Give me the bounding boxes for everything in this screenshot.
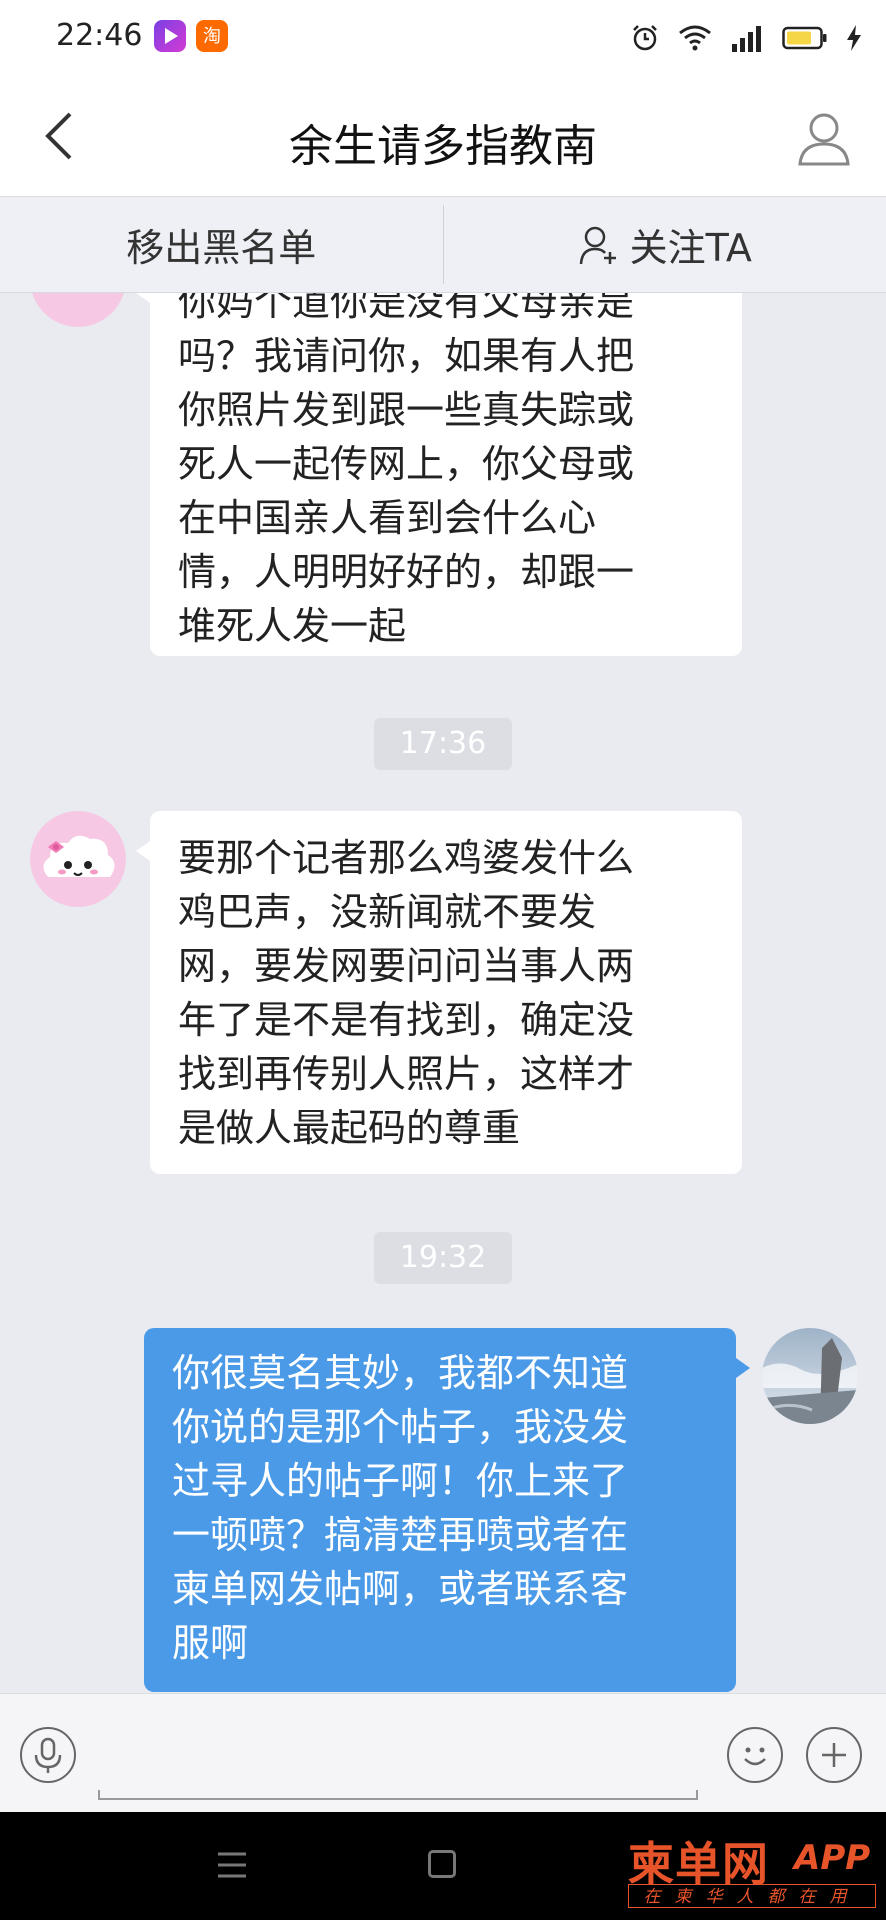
menu-icon bbox=[218, 1852, 246, 1878]
user-icon bbox=[798, 113, 850, 166]
wifi-icon bbox=[679, 25, 711, 51]
watermark-logo: 柬单网 APP 在柬华人都在用 bbox=[628, 1828, 878, 1910]
remove-blacklist-label: 移出黑名单 bbox=[126, 226, 317, 270]
message-line: 你妈个道你是没有父母亲是 bbox=[178, 293, 635, 324]
timestamp: 19:32 bbox=[374, 1232, 512, 1284]
battery-icon bbox=[782, 26, 827, 50]
message-bubble-outgoing[interactable]: 你很莫名其妙，我都不知道 你说的是那个帖子，我没发 过寻人的帖子啊！你上来了 一… bbox=[144, 1328, 750, 1692]
message-line: 鸡巴声，没新闻就不要发 bbox=[178, 890, 597, 934]
avatar[interactable] bbox=[30, 811, 126, 907]
user-add-icon bbox=[579, 226, 616, 264]
more-button[interactable] bbox=[806, 1727, 862, 1783]
message-line: 你说的是那个帖子，我没发 bbox=[172, 1405, 629, 1449]
message-bubble-incoming[interactable]: 你妈个道你是没有父母亲是 吗？我请问你，如果有人把 你照片发到跟一些真失踪或 死… bbox=[136, 293, 742, 656]
message-line: 吗？我请问你，如果有人把 bbox=[178, 334, 635, 378]
home-square-icon[interactable] bbox=[428, 1850, 456, 1878]
emoji-icon bbox=[744, 1747, 766, 1766]
alarm-icon bbox=[633, 25, 657, 51]
voice-button[interactable] bbox=[20, 1727, 76, 1783]
remove-blacklist-button[interactable]: 移出黑名单 bbox=[0, 197, 443, 292]
message-line: 找到再传别人照片，这样才 bbox=[178, 1052, 635, 1096]
status-icons bbox=[630, 18, 862, 58]
microphone-icon bbox=[34, 1737, 62, 1773]
message-line: 柬单网发帖啊，或者联系客 bbox=[172, 1567, 629, 1611]
taobao-app-icon: 淘 bbox=[196, 20, 228, 52]
watermark-app: APP bbox=[794, 1838, 871, 1878]
message-line: 服啊 bbox=[172, 1621, 249, 1665]
message-line: 死人一起传网上，你父母或 bbox=[178, 442, 635, 486]
page-title: 余生请多指教南 bbox=[289, 121, 597, 172]
message-line: 在中国亲人看到会什么心 bbox=[178, 496, 597, 540]
message-input[interactable] bbox=[98, 1790, 698, 1800]
title-bar: 余生请多指教南 bbox=[0, 78, 886, 197]
profile-button[interactable] bbox=[794, 108, 854, 168]
emoji-button[interactable] bbox=[727, 1727, 783, 1783]
status-bar: 22:46 淘 bbox=[0, 0, 886, 78]
watermark-sub: 在柬华人都在用 bbox=[628, 1884, 876, 1908]
chat-area[interactable]: 你妈个道你是没有父母亲是 吗？我请问你，如果有人把 你照片发到跟一些真失踪或 死… bbox=[0, 293, 886, 1693]
message-line: 是做人最起码的尊重 bbox=[178, 1106, 521, 1150]
avatar[interactable] bbox=[762, 1328, 858, 1424]
cartoon-cloud-avatar bbox=[32, 293, 124, 327]
message-line: 年了是不是有找到，确定没 bbox=[178, 998, 635, 1042]
action-bar: 移出黑名单 关注TA bbox=[0, 197, 886, 293]
follow-button[interactable]: 关注TA bbox=[444, 197, 886, 292]
message-bubble-incoming[interactable]: 要那个记者那么鸡婆发什么 鸡巴声，没新闻就不要发 网，要发网要问问当事人两 年了… bbox=[136, 811, 742, 1174]
message-line: 要那个记者那么鸡婆发什么 bbox=[178, 836, 635, 880]
cartoon-cloud-avatar bbox=[30, 811, 126, 907]
landscape-photo-avatar bbox=[762, 1328, 858, 1424]
message-line: 一顿喷？搞清楚再喷或者在 bbox=[172, 1513, 629, 1557]
system-nav-bar: 柬单网 APP 在柬华人都在用 bbox=[0, 1812, 886, 1920]
recent-apps-button[interactable] bbox=[216, 1850, 248, 1880]
message-line: 堆死人发一起 bbox=[178, 604, 407, 648]
video-app-icon bbox=[154, 20, 186, 52]
message-line: 你照片发到跟一些真失踪或 bbox=[178, 388, 635, 432]
timestamp: 17:36 bbox=[374, 718, 512, 770]
follow-label: 关注TA bbox=[629, 226, 752, 270]
charging-icon bbox=[847, 25, 861, 51]
avatar[interactable] bbox=[30, 293, 126, 327]
message-line: 网，要发网要问问当事人两 bbox=[178, 944, 635, 988]
input-bar bbox=[0, 1693, 886, 1812]
message-line: 你很莫名其妙，我都不知道 bbox=[172, 1351, 629, 1395]
message-line: 情，人明明好好的，却跟一 bbox=[178, 550, 635, 594]
signal-icon bbox=[732, 26, 761, 52]
message-line: 过寻人的帖子啊！你上来了 bbox=[172, 1459, 629, 1503]
plus-icon bbox=[822, 1743, 846, 1767]
status-time: 22:46 bbox=[56, 18, 143, 53]
svg-text:淘: 淘 bbox=[203, 26, 221, 47]
